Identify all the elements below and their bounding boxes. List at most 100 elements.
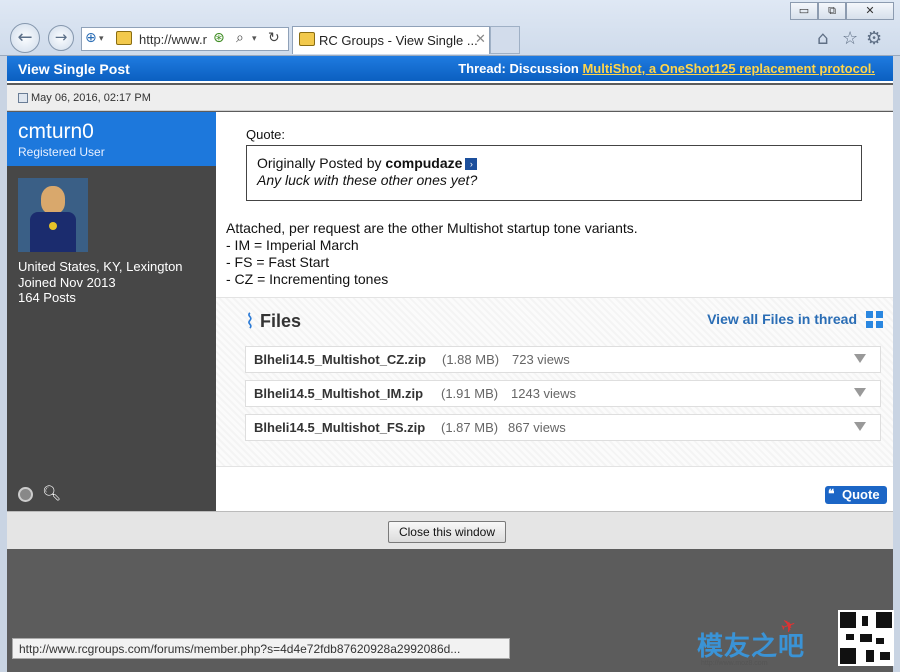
avatar-body [30,212,76,252]
forward-arrow-icon: → [54,28,68,46]
file-row[interactable]: Blheli14.5_Multishot_CZ.zip (1.88 MB) 72… [245,346,881,373]
qr-block [860,634,872,642]
file-views: 1243 views [511,386,577,401]
home-icon[interactable]: ⌂ [817,28,828,49]
quote-button-label: Quote [842,487,880,502]
file-size: (1.91 MB) [441,386,499,401]
compat-icon: ⊛ [213,30,225,46]
avatar-head [41,186,65,214]
chevron-down-icon[interactable] [854,388,866,397]
thread-info: Thread: Discussion MultiShot, a OneShot1… [458,61,875,76]
user-post-count: 164 Posts [18,290,76,305]
post-body-line: - FS = Fast Start [226,254,330,270]
quote-header: Originally Posted by compudaze › [257,155,851,171]
minimize-button[interactable]: ▭ [790,2,818,20]
view-post-icon[interactable]: › [465,158,478,171]
file-views: 723 views [512,352,570,367]
post-body-line: - CZ = Incrementing tones [226,271,389,287]
grid-square [876,311,883,318]
quote-icon: ❝ [828,487,835,501]
close-window-page-button[interactable]: Close this window [388,521,506,543]
address-text: http://www.r [139,32,207,47]
grid-square [866,321,873,328]
watermark-subtext: http://www.moz8.com [701,660,768,667]
online-status-icon [18,487,33,502]
restore-button[interactable]: ⧉ [818,2,846,20]
tab-close-icon[interactable]: ✕ [475,32,486,47]
tab-title: RC Groups - View Single ... [319,33,478,48]
grid-square [866,311,873,318]
thread-prefix: Thread: Discussion [458,61,583,76]
browser-chrome: ▭ ⧉ ✕ ← → ⊕ ▾ http://www.r ⊛ ⌕ ▾ ↻ RC Gr… [0,0,900,56]
search-icon[interactable]: ⌕ [236,30,244,46]
quote-author-prefix: Originally Posted by [257,155,386,171]
chevron-down-icon[interactable] [854,354,866,363]
forward-button[interactable]: → [48,25,74,51]
address-bar[interactable]: ⊕ ▾ http://www.r ⊛ ⌕ ▾ ↻ [81,27,289,51]
back-button[interactable]: ← [10,23,40,53]
file-name[interactable]: Blheli14.5_Multishot_FS.zip [254,420,425,435]
dropdown-icon: ▾ [99,34,104,44]
site-watermark-logo: 模友之吧 ✈ http://www.moz8.com [697,614,817,668]
post-date-bar: May 06, 2016, 02:17 PM [7,85,893,111]
attachments-title: Files [260,311,302,331]
qr-block [840,648,856,664]
user-location: United States, KY, Lexington [18,259,183,274]
username-link[interactable]: cmturn0 [18,120,94,144]
page-title: View Single Post [18,61,130,77]
qr-block [876,612,892,628]
avatar[interactable] [18,178,88,252]
user-title: Registered User [18,145,105,159]
close-bar: Close this window [7,511,893,549]
quote-author: compudaze [385,155,463,171]
status-bar-url: http://www.rcgroups.com/forums/member.ph… [12,638,510,659]
grid-view-icon[interactable] [866,311,883,328]
favicon-icon [116,31,132,45]
post-icon [18,93,28,103]
qr-code [838,610,894,666]
post-body-line: Attached, per request are the other Mult… [226,220,638,236]
search-dropdown-icon[interactable]: ▾ [252,34,257,44]
view-all-files-link[interactable]: View all Files in thread [707,311,857,327]
file-size: (1.88 MB) [442,352,500,367]
post-area: Quote: Originally Posted by compudaze › A… [216,112,893,511]
page-content: View Single Post Thread: Discussion Mult… [7,56,893,672]
favorites-star-icon[interactable]: ☆ [842,28,858,49]
post-title-bar: View Single Post Thread: Discussion Mult… [7,56,893,83]
qr-block [862,616,868,626]
file-name[interactable]: Blheli14.5_Multishot_CZ.zip [254,352,426,367]
back-arrow-icon: ← [17,27,33,48]
qr-block [840,612,856,628]
avatar-badge [49,222,57,230]
tab-favicon-icon [299,32,315,46]
site-shield-icon: ⊕ [85,30,97,46]
refresh-icon[interactable]: ↻ [268,30,280,46]
close-window-button[interactable]: ✕ [846,2,894,20]
browser-tab[interactable]: RC Groups - View Single ... ✕ [292,26,490,54]
quote-label: Quote: [246,127,286,142]
quote-button[interactable]: ❝ Quote [825,486,887,504]
thread-link[interactable]: MultiShot, a OneShot125 replacement prot… [582,61,875,76]
search-user-icon[interactable]: 🔍︎ [42,484,61,502]
qr-block [846,634,854,640]
post-date: May 06, 2016, 02:17 PM [31,92,151,104]
file-views: 867 views [508,420,566,435]
new-tab-button[interactable] [490,26,520,54]
user-panel: cmturn0 Registered User United States, K… [7,112,233,511]
post-body-line: - IM = Imperial March [226,237,359,253]
file-name[interactable]: Blheli14.5_Multishot_IM.zip [254,386,423,401]
chevron-down-icon[interactable] [854,422,866,431]
grid-square [876,321,883,328]
attachments-section: ⌇ Files View all Files in thread Blheli1… [216,297,893,467]
qr-block [866,650,874,662]
user-header: cmturn0 Registered User [7,112,233,166]
qr-block [880,652,890,660]
quote-text: Any luck with these other ones yet? [257,172,478,188]
qr-block [876,638,884,644]
file-size: (1.87 MB) [441,420,499,435]
file-row[interactable]: Blheli14.5_Multishot_IM.zip (1.91 MB) 12… [245,380,881,407]
user-joined: Joined Nov 2013 [18,275,116,290]
paperclip-icon: ⌇ [245,309,255,333]
settings-gear-icon[interactable]: ⚙ [866,28,882,49]
file-row[interactable]: Blheli14.5_Multishot_FS.zip (1.87 MB) 86… [245,414,881,441]
